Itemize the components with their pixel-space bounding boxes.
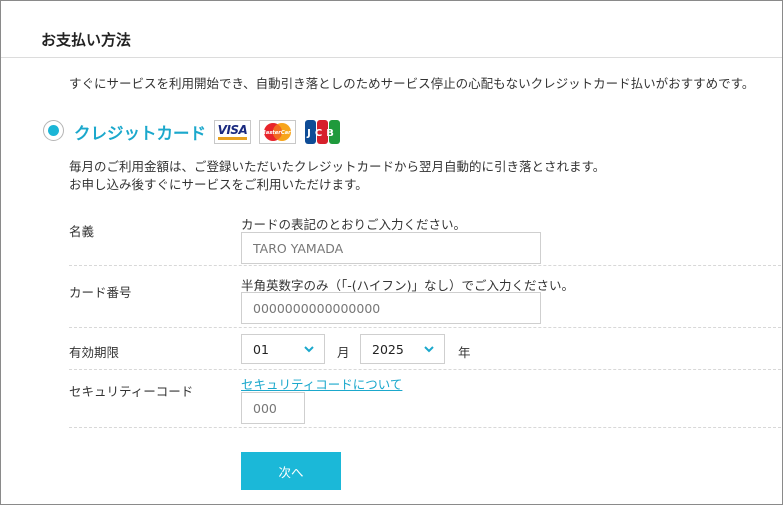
visa-logo: VISA (214, 120, 251, 144)
name-hint: カードの表記のとおりご入力ください。 (241, 217, 467, 232)
security-code-info-link[interactable]: セキュリティコードについて (241, 374, 402, 393)
expiry-month-value: 01 (253, 341, 269, 357)
credit-card-radio[interactable] (43, 120, 64, 141)
chevron-down-icon (424, 346, 434, 353)
name-label: 名義 (69, 224, 95, 239)
expiry-month-select[interactable]: 01 (241, 334, 325, 364)
cardholder-name-input[interactable] (241, 232, 541, 264)
payment-description-line1: 毎月のご利用金額は、ご登録いただいたクレジットカードから翌月自動的に引き落とされ… (69, 159, 606, 174)
security-code-label: セキュリティーコード (69, 384, 194, 399)
next-button[interactable]: 次へ (241, 452, 341, 490)
year-unit: 年 (458, 345, 471, 360)
row-divider (69, 369, 781, 370)
row-divider (69, 427, 781, 428)
page-title: お支払い方法 (41, 31, 132, 49)
payment-description: 毎月のご利用金額は、ご登録いただいたクレジットカードから翌月自動的に引き落とされ… (69, 158, 605, 194)
jcb-logo-graphic: JCB (305, 120, 340, 144)
title-divider (1, 57, 782, 58)
security-code-input[interactable] (241, 392, 305, 424)
jcb-logo: JCB (304, 120, 341, 144)
expiry-year-select[interactable]: 2025 (360, 334, 445, 364)
credit-card-label[interactable]: クレジットカード (74, 120, 206, 144)
mastercard-logo: MasterCard (259, 120, 296, 144)
expiry-year-value: 2025 (372, 341, 404, 357)
month-unit: 月 (337, 345, 350, 360)
card-number-label: カード番号 (69, 285, 132, 300)
payment-panel: お支払い方法 すぐにサービスを利用開始でき、自動引き落としのためサービス停止の心… (0, 0, 783, 505)
chevron-down-icon (304, 346, 314, 353)
payment-description-line2: お申し込み後すぐにサービスをご利用いただけます。 (69, 177, 368, 192)
row-divider (69, 327, 781, 328)
expiry-label: 有効期限 (69, 345, 120, 360)
card-number-input[interactable] (241, 292, 541, 324)
mastercard-logo-graphic: MasterCard (261, 123, 295, 141)
svg-text:JCB: JCB (306, 128, 338, 139)
intro-text: すぐにサービスを利用開始でき、自動引き落としのためサービス停止の心配もないクレジ… (69, 76, 755, 91)
row-divider (69, 265, 781, 266)
svg-text:MasterCard: MasterCard (261, 130, 295, 136)
